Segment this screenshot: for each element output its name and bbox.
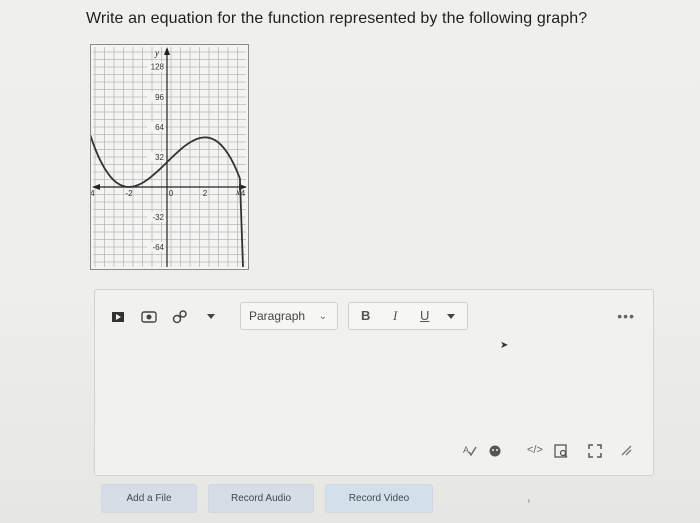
x-tick-label: 0 xyxy=(169,189,174,198)
answer-editor[interactable]: Paragraph ⌄ B I U ••• ➤ A </> xyxy=(94,289,654,476)
svg-text:A: A xyxy=(463,445,469,455)
preview-icon[interactable] xyxy=(554,444,568,461)
text-cursor-icon: ➤ xyxy=(500,340,509,351)
y-tick-label: 64 xyxy=(155,123,164,132)
graph-grid xyxy=(93,47,246,267)
link-icon xyxy=(172,310,187,324)
insert-image-button[interactable] xyxy=(139,304,159,330)
source-code-icon[interactable]: </> xyxy=(527,444,543,456)
more-options-button[interactable]: ••• xyxy=(617,308,635,324)
graph-figure: y x 128 96 64 32 -32 -64 -4 -2 0 2 4 xyxy=(90,44,249,270)
fullscreen-icon[interactable] xyxy=(588,444,602,461)
x-tick-label: -2 xyxy=(125,189,133,198)
y-tick-label: -64 xyxy=(152,243,164,252)
x-tick-label: 2 xyxy=(203,189,208,198)
x-axis-label: x xyxy=(235,187,240,197)
chevron-down-icon: ⌄ xyxy=(318,310,327,322)
add-file-button[interactable]: Add a File xyxy=(101,484,197,513)
x-tick-label: 4 xyxy=(241,189,246,198)
editor-toolbar: Paragraph ⌄ B I U ••• xyxy=(95,290,653,344)
emoji-icon[interactable] xyxy=(488,444,502,461)
more-insert-dropdown[interactable] xyxy=(203,304,219,330)
spellcheck-icon[interactable]: A xyxy=(463,444,477,459)
bold-button[interactable]: B xyxy=(361,308,370,323)
underline-button[interactable]: U xyxy=(420,308,429,323)
caret-down-icon xyxy=(447,314,455,319)
x-tick-label: -4 xyxy=(91,189,95,198)
insert-stuff-button[interactable] xyxy=(109,304,127,330)
y-tick-label: 96 xyxy=(155,93,164,102)
paragraph-style-select[interactable]: Paragraph ⌄ xyxy=(240,302,338,330)
graph-plot: y x 128 96 64 32 -32 -64 -4 -2 0 2 4 xyxy=(91,47,247,268)
record-audio-button[interactable]: Record Audio xyxy=(208,484,314,513)
paragraph-style-label: Paragraph xyxy=(249,309,306,323)
format-more-dropdown[interactable] xyxy=(447,308,455,323)
y-axis-arrow xyxy=(164,47,170,55)
format-group: B I U xyxy=(348,302,468,330)
image-icon xyxy=(141,311,157,323)
italic-button[interactable]: I xyxy=(393,308,397,324)
insert-link-button[interactable] xyxy=(169,304,191,330)
y-tick-label: 32 xyxy=(155,153,164,162)
record-video-button[interactable]: Record Video xyxy=(325,484,433,513)
caret-down-icon xyxy=(207,314,215,319)
question-text: Write an equation for the function repre… xyxy=(86,10,588,27)
y-tick-label: 128 xyxy=(151,63,165,72)
y-axis-label: y xyxy=(154,48,159,58)
editor-content-area[interactable] xyxy=(103,346,645,438)
mouse-pointer-icon: ‚ xyxy=(527,488,531,505)
insert-stuff-icon xyxy=(112,312,124,322)
resize-icon[interactable] xyxy=(620,444,632,459)
y-tick-label: -32 xyxy=(152,213,164,222)
